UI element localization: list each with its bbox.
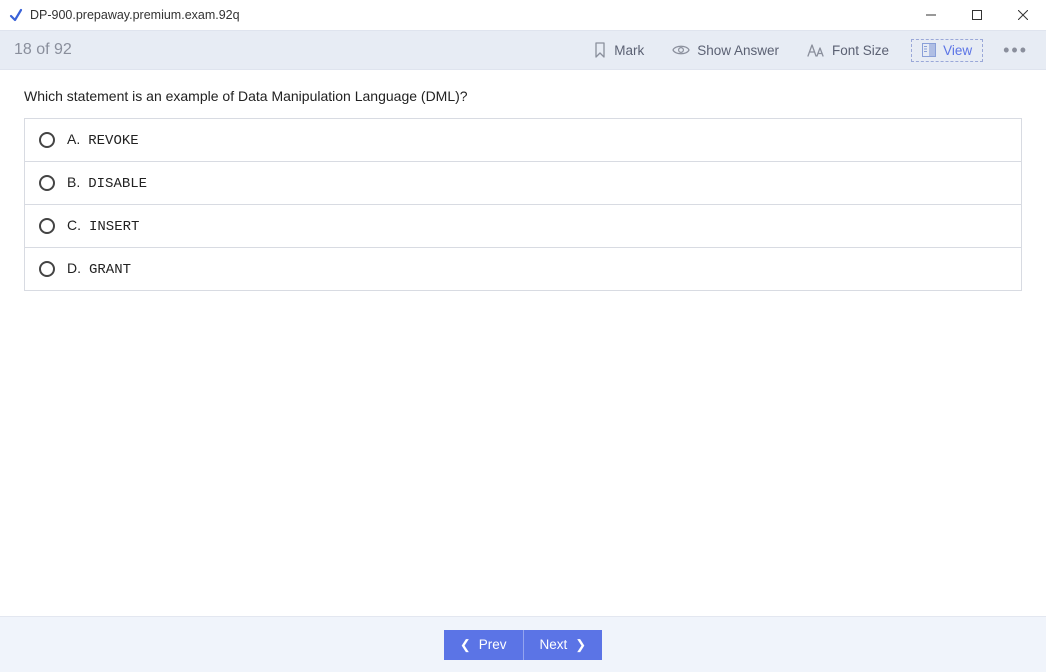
chevron-left-icon: ❮ [460,637,471,653]
titlebar: DP-900.prepaway.premium.exam.92q [0,0,1046,30]
option-label: C. INSERT [67,217,139,235]
prev-label: Prev [479,637,507,652]
radio-icon [39,175,55,191]
mark-label: Mark [614,43,644,58]
options-list: A. REVOKE B. DISABLE C. INSERT D. GRANT [24,118,1022,291]
chevron-right-icon: ❯ [575,637,586,653]
view-button[interactable]: View [911,39,983,62]
option-d[interactable]: D. GRANT [25,248,1021,290]
next-button[interactable]: Next ❯ [524,630,603,660]
view-icon [922,43,936,57]
app-icon [8,7,24,23]
view-label: View [943,43,972,58]
nav-buttons: ❮ Prev Next ❯ [444,630,602,660]
eye-icon [672,44,690,56]
minimize-button[interactable] [908,0,954,30]
footer: ❮ Prev Next ❯ [0,616,1046,672]
option-label: A. REVOKE [67,131,139,149]
window-controls [908,0,1046,30]
font-size-button[interactable]: Font Size [801,39,895,62]
font-size-icon [807,43,825,57]
option-label: B. DISABLE [67,174,147,192]
radio-icon [39,132,55,148]
show-answer-label: Show Answer [697,43,779,58]
maximize-button[interactable] [954,0,1000,30]
bookmark-icon [593,42,607,58]
option-b[interactable]: B. DISABLE [25,162,1021,205]
show-answer-button[interactable]: Show Answer [666,39,785,62]
content-area: Which statement is an example of Data Ma… [0,70,1046,616]
option-a[interactable]: A. REVOKE [25,119,1021,162]
radio-icon [39,218,55,234]
more-button[interactable]: ••• [999,40,1032,61]
next-label: Next [540,637,568,652]
close-button[interactable] [1000,0,1046,30]
radio-icon [39,261,55,277]
option-c[interactable]: C. INSERT [25,205,1021,248]
font-size-label: Font Size [832,43,889,58]
window-title: DP-900.prepaway.premium.exam.92q [30,8,240,22]
mark-button[interactable]: Mark [587,38,650,62]
option-label: D. GRANT [67,260,131,278]
toolbar: 18 of 92 Mark Show Answer Font Size View [0,30,1046,70]
toolbar-actions: Mark Show Answer Font Size View ••• [587,38,1032,62]
prev-button[interactable]: ❮ Prev [444,630,524,660]
question-text: Which statement is an example of Data Ma… [24,88,1022,104]
progress-indicator: 18 of 92 [14,41,72,59]
